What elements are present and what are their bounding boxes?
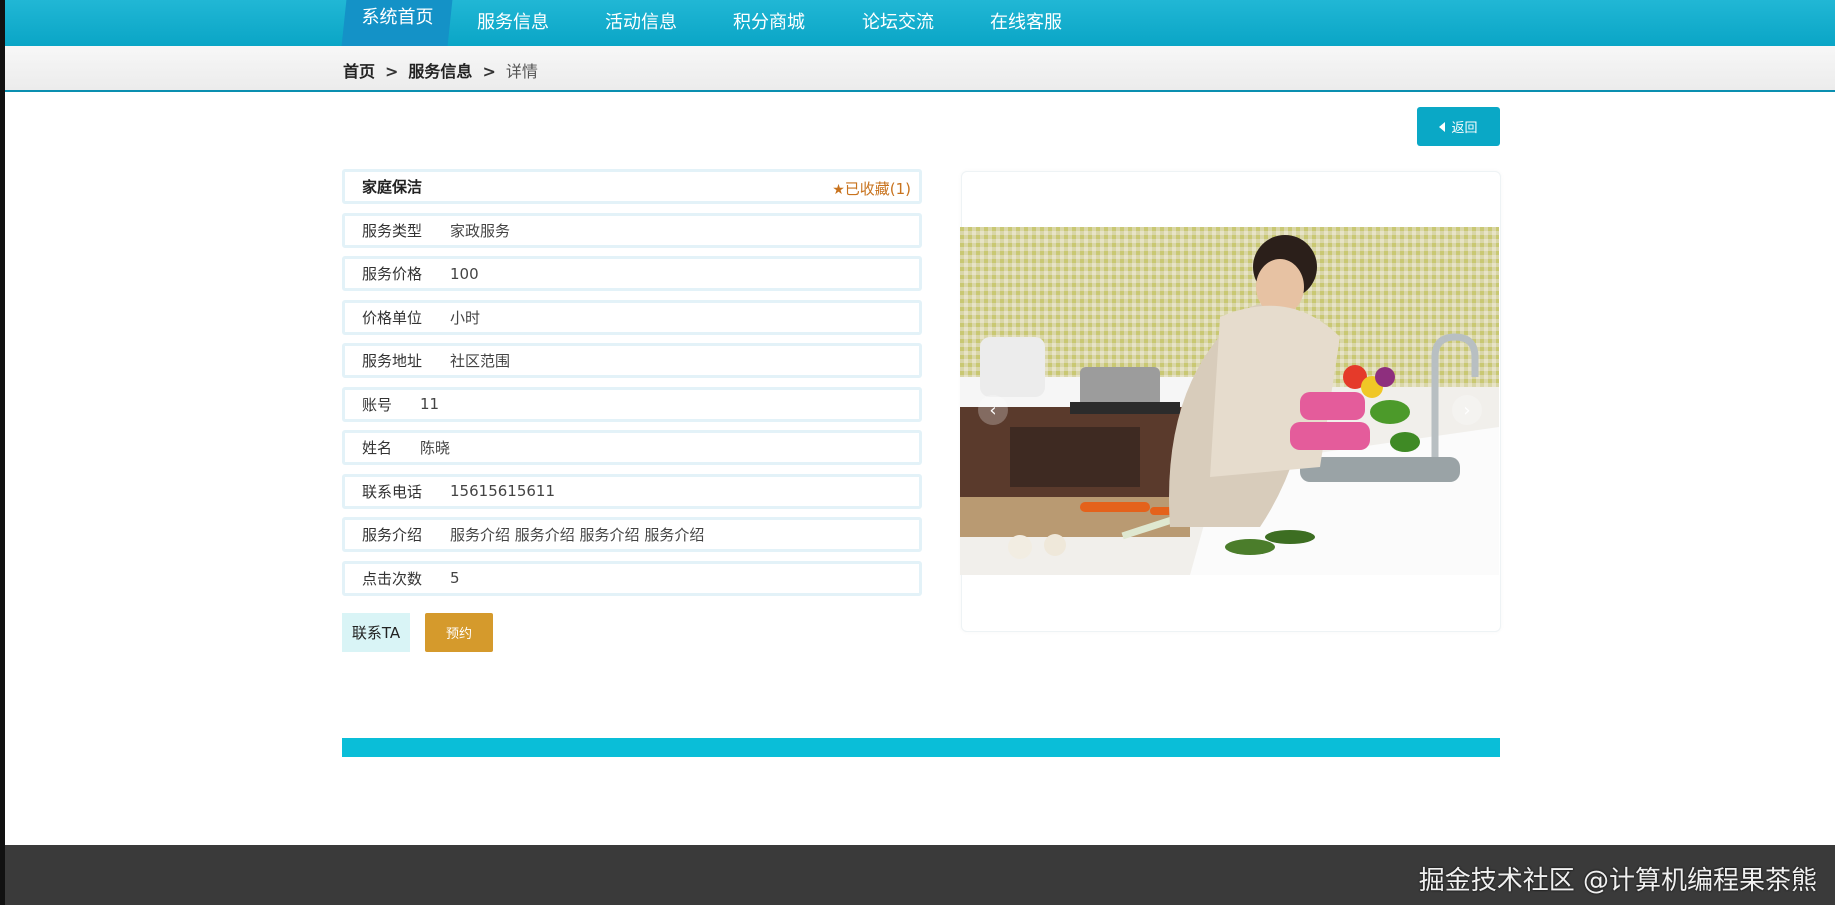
detail-value: 家政服务 — [450, 221, 511, 240]
nav-points-mall[interactable]: 积分商城 — [733, 0, 805, 46]
breadcrumb-separator: > — [482, 62, 496, 81]
carousel-prev-icon[interactable]: ‹ — [978, 395, 1008, 425]
breadcrumb-services[interactable]: 服务信息 — [408, 62, 472, 81]
detail-row-clicks: 点击次数 5 — [342, 560, 922, 596]
detail-row-account: 账号 11 — [342, 386, 922, 422]
breadcrumb: 首页 > 服务信息 > 详情 — [343, 58, 538, 82]
detail-value: 100 — [450, 264, 479, 283]
detail-value: 社区范围 — [450, 352, 511, 370]
content-divider — [342, 738, 1500, 757]
detail-value: 陈晓 — [420, 439, 451, 457]
detail-value: 15615615611 — [450, 482, 555, 500]
service-title: 家庭保洁 — [362, 178, 423, 196]
favorite-button[interactable]: ★已收藏(1) — [832, 178, 911, 199]
back-button[interactable]: 返回 — [1417, 107, 1500, 146]
breadcrumb-separator: > — [385, 62, 399, 81]
nav-forum[interactable]: 论坛交流 — [862, 0, 934, 46]
nav-online-service[interactable]: 在线客服 — [990, 0, 1062, 46]
breadcrumb-current: 详情 — [505, 62, 538, 81]
detail-label: 价格单位 — [362, 308, 423, 327]
carousel-next-icon[interactable]: › — [1452, 395, 1482, 425]
detail-label: 姓名 — [362, 439, 393, 457]
detail-row-service-type: 服务类型 家政服务 — [342, 212, 922, 248]
window-edge — [0, 0, 5, 905]
favorite-label: 已收藏(1) — [844, 180, 911, 198]
breadcrumb-home[interactable]: 首页 — [343, 62, 375, 81]
breadcrumb-bar: 首页 > 服务信息 > 详情 — [5, 46, 1835, 92]
nav-services[interactable]: 服务信息 — [477, 0, 549, 46]
detail-row-price: 服务价格 100 — [342, 256, 922, 291]
detail-label: 联系电话 — [362, 482, 423, 501]
detail-row-description: 服务介绍 服务介绍 服务介绍 服务介绍 服务介绍 — [342, 517, 922, 552]
detail-label: 点击次数 — [362, 569, 423, 588]
detail-row-name: 姓名 陈晓 — [342, 430, 922, 465]
nav-home[interactable]: 系统首页 — [341, 0, 453, 46]
top-navigation: 系统首页 服务信息 活动信息 积分商城 论坛交流 在线客服 — [5, 0, 1835, 46]
page-footer: 掘金技术社区 @计算机编程果茶熊 — [5, 845, 1835, 905]
caret-left-icon — [1439, 121, 1446, 132]
detail-label: 服务类型 — [362, 221, 423, 240]
detail-value: 小时 — [450, 308, 481, 327]
detail-row-price-unit: 价格单位 小时 — [342, 299, 922, 335]
detail-value: 5 — [450, 569, 460, 587]
detail-row-address: 服务地址 社区范围 — [342, 343, 922, 378]
service-detail-list: 家庭保洁 ★已收藏(1) 服务类型 家政服务 服务价格 100 价格单位 小时 … — [342, 169, 922, 604]
back-button-label: 返回 — [1451, 121, 1478, 136]
star-icon: ★ — [832, 182, 845, 198]
watermark: 掘金技术社区 @计算机编程果茶熊 — [1418, 866, 1817, 896]
detail-label: 服务价格 — [362, 265, 423, 283]
detail-label: 服务介绍 — [362, 526, 423, 544]
detail-value: 服务介绍 服务介绍 服务介绍 服务介绍 — [450, 526, 705, 544]
detail-label: 服务地址 — [362, 352, 423, 370]
detail-value: 11 — [420, 395, 440, 413]
detail-label: 账号 — [362, 395, 393, 414]
detail-row-phone: 联系电话 15615615611 — [342, 473, 922, 509]
service-photo — [960, 227, 1499, 575]
book-button[interactable]: 预约 — [425, 613, 493, 652]
nav-activities[interactable]: 活动信息 — [605, 0, 677, 46]
service-title-row: 家庭保洁 ★已收藏(1) — [342, 169, 922, 204]
contact-button[interactable]: 联系TA — [342, 613, 410, 652]
